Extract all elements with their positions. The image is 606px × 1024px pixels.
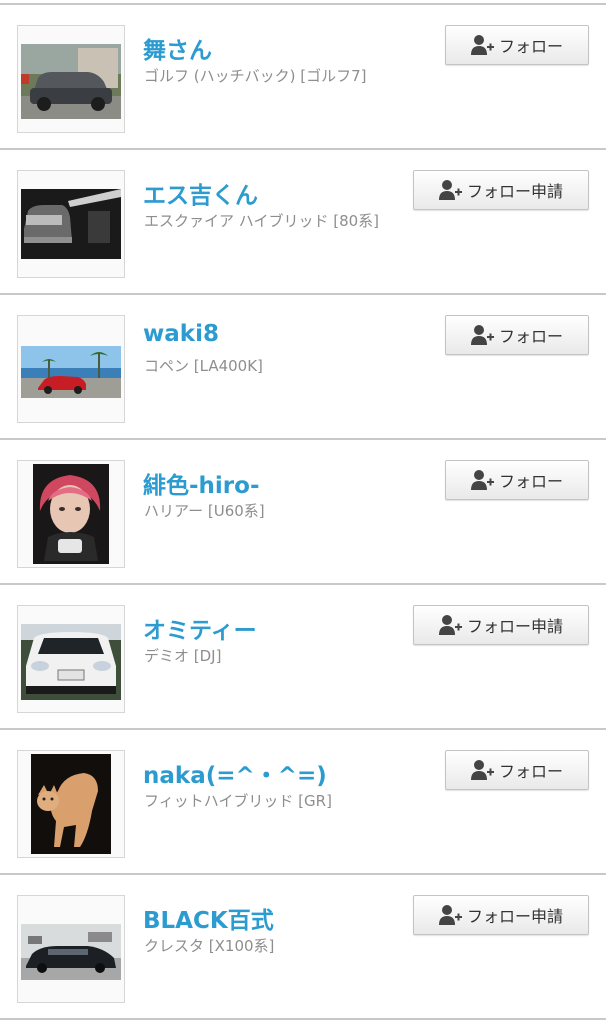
silver-hatchback-photo: [18, 26, 124, 132]
follow-button-label: フォロー: [498, 472, 563, 491]
user-name[interactable]: naka(=^・^=): [143, 756, 327, 790]
user-thumbnail[interactable]: [17, 460, 125, 568]
car-model: コペン [LA400K]: [144, 357, 263, 375]
follow-request-button[interactable]: フォロー申請: [413, 605, 589, 645]
red-convertible-seaside-photo: [18, 316, 124, 422]
follow-button[interactable]: フォロー: [445, 750, 589, 790]
user-thumbnail[interactable]: [17, 750, 125, 858]
follow-button[interactable]: フォロー: [445, 315, 589, 355]
user-row: 舞さん ゴルフ (ハッチバック) [ゴルフ7] フォロー: [0, 5, 606, 148]
add-user-icon: [470, 470, 494, 490]
follow-button[interactable]: フォロー: [445, 25, 589, 65]
follow-button-label: フォロー申請: [466, 907, 563, 926]
follow-button-label: フォロー申請: [466, 182, 563, 201]
follow-button-label: フォロー申請: [466, 617, 563, 636]
person-portrait-photo: [18, 461, 124, 567]
car-model: デミオ [DJ]: [144, 647, 222, 665]
user-row: エス吉くん エスクァイア ハイブリッド [80系] フォロー申請: [0, 150, 606, 293]
add-user-icon: [438, 905, 462, 925]
user-row: オミティー デミオ [DJ] フォロー申請: [0, 585, 606, 728]
car-model: クレスタ [X100系]: [144, 937, 275, 955]
user-thumbnail[interactable]: [17, 895, 125, 1003]
user-name[interactable]: waki8: [143, 321, 219, 347]
car-model: エスクァイア ハイブリッド [80系]: [144, 212, 380, 230]
add-user-icon: [470, 325, 494, 345]
divider: [0, 1018, 606, 1020]
add-user-icon: [470, 35, 494, 55]
user-thumbnail[interactable]: [17, 315, 125, 423]
car-model: ゴルフ (ハッチバック) [ゴルフ7]: [144, 67, 367, 85]
cat-photo: [18, 751, 124, 857]
follow-button-label: フォロー: [498, 37, 563, 56]
user-name[interactable]: 舞さん: [143, 31, 212, 65]
user-name[interactable]: エス吉くん: [143, 176, 258, 210]
black-and-white-van-photo: [18, 171, 124, 277]
add-user-icon: [438, 615, 462, 635]
user-row: waki8 コペン [LA400K] フォロー: [0, 295, 606, 438]
user-list: 舞さん ゴルフ (ハッチバック) [ゴルフ7] フォロー エス吉くん エスクァイ…: [0, 0, 606, 1024]
user-row: 緋色-hiro- ハリアー [U60系] フォロー: [0, 440, 606, 583]
user-name[interactable]: オミティー: [143, 611, 257, 645]
follow-request-button[interactable]: フォロー申請: [413, 895, 589, 935]
black-sedan-photo: [18, 896, 124, 1002]
follow-button-label: フォロー: [498, 762, 563, 781]
white-car-front-photo: [18, 606, 124, 712]
user-thumbnail[interactable]: [17, 170, 125, 278]
car-model: ハリアー [U60系]: [144, 502, 265, 520]
car-model: フィットハイブリッド [GR]: [144, 792, 332, 810]
follow-button[interactable]: フォロー: [445, 460, 589, 500]
user-thumbnail[interactable]: [17, 605, 125, 713]
user-row: naka(=^・^=) フィットハイブリッド [GR] フォロー: [0, 730, 606, 873]
user-name[interactable]: BLACK百式: [143, 901, 274, 935]
add-user-icon: [470, 760, 494, 780]
user-name[interactable]: 緋色-hiro-: [143, 466, 260, 500]
user-row: BLACK百式 クレスタ [X100系] フォロー申請: [0, 875, 606, 1018]
follow-request-button[interactable]: フォロー申請: [413, 170, 589, 210]
follow-button-label: フォロー: [498, 327, 563, 346]
user-thumbnail[interactable]: [17, 25, 125, 133]
add-user-icon: [438, 180, 462, 200]
